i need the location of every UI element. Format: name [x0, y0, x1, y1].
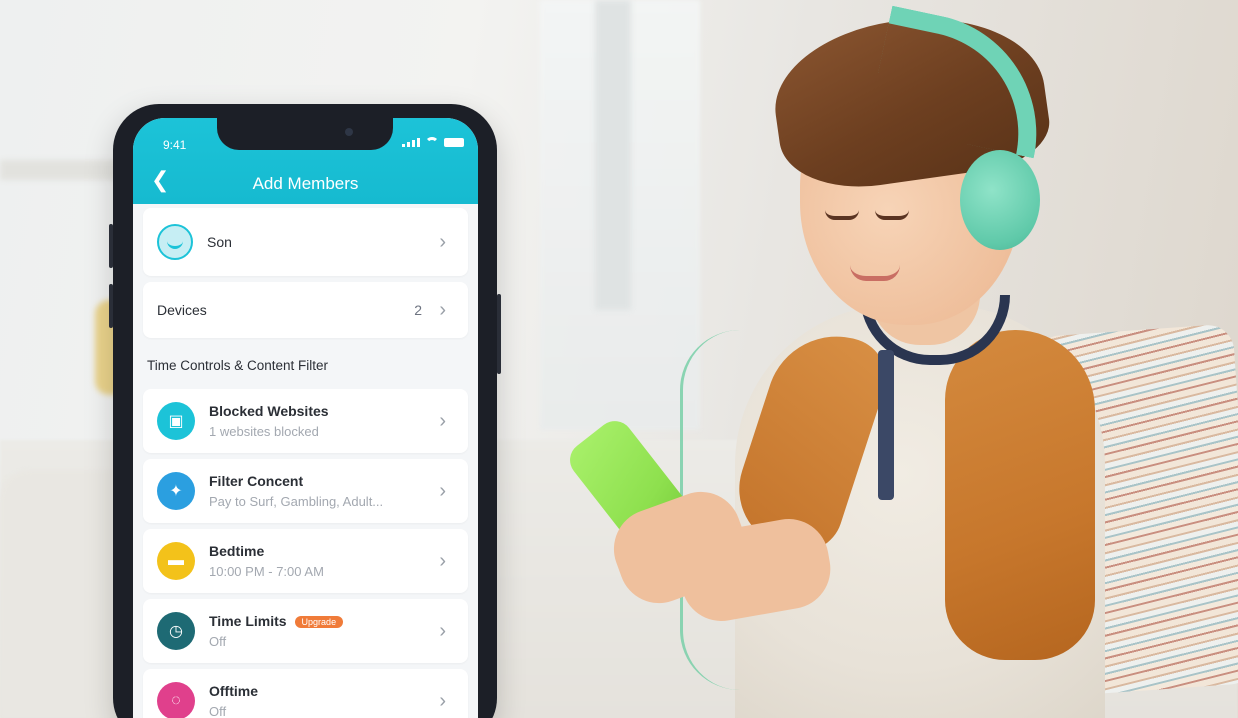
item-subtitle: 10:00 PM - 7:00 AM: [209, 564, 324, 579]
kid-eye-right: [875, 210, 909, 220]
signal-icon: [402, 138, 420, 147]
background-shelf: [0, 160, 120, 180]
app-screen: 9:41 ❮ Add Members Son › Devices 2 › Tim…: [133, 118, 478, 718]
chevron-right-icon: ›: [439, 298, 446, 321]
phone-notch: [217, 118, 393, 150]
devices-count: 2: [414, 302, 422, 318]
kid-eye-left: [825, 210, 859, 220]
item-title-text: Time Limits: [209, 613, 287, 629]
phone-power-button: [497, 294, 501, 374]
filter-content-icon: ✦: [157, 472, 195, 510]
battery-icon: [444, 138, 464, 147]
status-time: 9:41: [163, 138, 187, 152]
kid-with-headphones: [560, 0, 1120, 718]
chevron-right-icon: ›: [439, 549, 446, 572]
section-title: Time Controls & Content Filter: [147, 358, 329, 373]
clock-icon: ◷: [157, 612, 195, 650]
time-limits-row[interactable]: ◷ Time Limits Upgrade Off ›: [143, 599, 468, 663]
wifi-icon: [425, 137, 439, 147]
chevron-right-icon: ›: [439, 619, 446, 642]
item-subtitle: Off: [209, 704, 227, 718]
phone-volume-up: [109, 224, 113, 268]
chevron-right-icon: ›: [439, 689, 446, 712]
offtime-row[interactable]: ◌ Offtime Off ›: [143, 669, 468, 718]
blocked-websites-icon: ▣: [157, 402, 195, 440]
item-subtitle: 1 websites blocked: [209, 424, 319, 439]
item-subtitle: Pay to Surf, Gambling, Adult...: [209, 494, 384, 509]
kid-right-sleeve: [945, 330, 1095, 660]
offtime-icon: ◌: [157, 682, 195, 718]
kid-face-icon: [157, 224, 193, 260]
camera-dot: [345, 128, 353, 136]
page-title: Add Members: [252, 174, 359, 193]
blocked-websites-row[interactable]: ▣ Blocked Websites 1 websites blocked ›: [143, 389, 468, 453]
headphone-earcup: [960, 150, 1040, 250]
item-subtitle: Off: [209, 634, 227, 649]
item-title: Time Limits Upgrade: [209, 613, 344, 629]
chevron-right-icon: ›: [439, 230, 446, 253]
item-title: Blocked Websites: [209, 403, 329, 419]
phone-mockup: 9:41 ❮ Add Members Son › Devices 2 › Tim…: [109, 104, 501, 718]
member-row-son[interactable]: Son ›: [143, 208, 468, 276]
item-title: Bedtime: [209, 543, 265, 559]
settings-list: Son › Devices 2 › Time Controls & Conten…: [133, 208, 478, 718]
bedtime-row[interactable]: ▬ Bedtime 10:00 PM - 7:00 AM ›: [143, 529, 468, 593]
devices-label: Devices: [157, 302, 207, 318]
app-header: 9:41 ❮ Add Members: [133, 118, 478, 204]
item-title: Filter Concent: [209, 473, 304, 489]
filter-content-row[interactable]: ✦ Filter Concent Pay to Surf, Gambling, …: [143, 459, 468, 523]
chevron-right-icon: ›: [439, 479, 446, 502]
phone-volume-down: [109, 284, 113, 328]
chevron-right-icon: ›: [439, 409, 446, 432]
devices-row[interactable]: Devices 2 ›: [143, 282, 468, 338]
status-icons: [402, 137, 464, 147]
item-title: Offtime: [209, 683, 258, 699]
kid-placket: [878, 350, 894, 500]
bed-icon: ▬: [157, 542, 195, 580]
member-name: Son: [207, 234, 232, 250]
upgrade-badge[interactable]: Upgrade: [294, 616, 344, 629]
